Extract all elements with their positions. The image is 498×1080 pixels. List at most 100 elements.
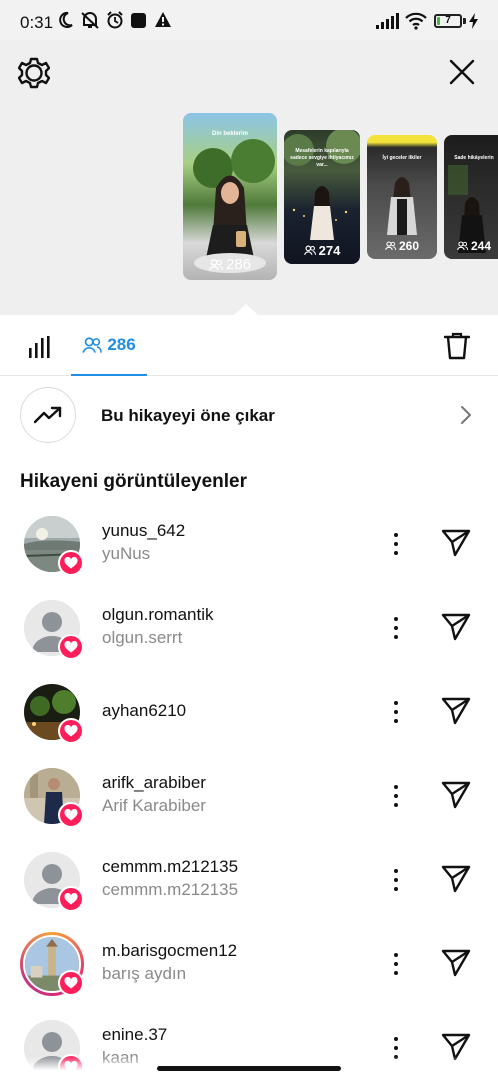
send-message-button[interactable] — [441, 865, 471, 898]
dot — [394, 962, 398, 966]
dot — [394, 803, 398, 807]
viewers-icon — [303, 245, 316, 256]
viewer-row[interactable]: yunus_642 yuNus — [0, 516, 498, 600]
dot — [394, 953, 398, 957]
story-photo-1 — [193, 139, 275, 273]
status-bar: 0:31 7 — [0, 0, 498, 40]
story-caption-2: Mesafelerin kapılarıyla sadece sevgiye i… — [290, 148, 354, 168]
heart-icon — [64, 809, 78, 821]
dot — [394, 701, 398, 705]
story-thumbnail-2[interactable]: Mesafelerin kapılarıyla sadece sevgiye i… — [284, 130, 360, 264]
story-thumbnail-1[interactable]: Din beklerim 286 — [183, 113, 277, 280]
avatar-wrap — [24, 600, 84, 660]
story-viewers-count-1: 286 — [225, 256, 252, 273]
avatar-wrap — [24, 516, 84, 576]
more-options-button[interactable] — [386, 614, 406, 642]
send-message-button[interactable] — [441, 529, 471, 562]
story-caption-4: Sade hikâyelerin — [454, 155, 494, 161]
tab-viewers-count: 286 — [107, 335, 136, 354]
dot — [394, 971, 398, 975]
insights-tabs: 286 — [0, 316, 498, 376]
story-caption-1: Din beklerim — [211, 131, 248, 137]
more-options-button[interactable] — [386, 782, 406, 810]
viewer-row[interactable]: arifk_arabiber Arif Karabiber — [0, 768, 498, 852]
send-icon — [441, 613, 471, 641]
viewer-row[interactable]: ayhan6210 — [0, 684, 498, 768]
dot — [394, 626, 398, 630]
liked-heart-badge — [58, 886, 84, 912]
promote-story-row[interactable]: Bu hikayeyi öne çıkar — [0, 377, 498, 453]
delete-story-button[interactable] — [443, 332, 471, 365]
viewer-username[interactable]: m.barisgocmen12 — [102, 941, 237, 961]
story-preview-header: Din beklerim 286 Mesafelerin kapılarıyla… — [0, 40, 498, 315]
promote-icon-circle — [20, 387, 76, 443]
battery-tip — [463, 18, 466, 24]
dot — [394, 635, 398, 639]
app-notification-icon — [131, 13, 146, 28]
liked-heart-badge — [58, 550, 84, 576]
alarm-icon — [107, 11, 123, 29]
tab-viewers[interactable]: 286 — [71, 316, 147, 376]
story-viewers-count-3: 260 — [398, 239, 420, 253]
viewer-username[interactable]: yunus_642 — [102, 521, 185, 541]
bar-chart-icon — [29, 336, 50, 358]
avatar-wrap — [24, 852, 84, 912]
viewer-username[interactable]: ayhan6210 — [102, 701, 186, 721]
avatar-wrap — [20, 932, 84, 996]
promote-label: Bu hikayeyi öne çıkar — [101, 406, 275, 425]
send-message-button[interactable] — [441, 781, 471, 814]
liked-heart-badge — [58, 634, 84, 660]
story-thumbnail-3[interactable]: İyi geceler ilkiler 260 — [367, 135, 437, 259]
liked-heart-badge — [58, 802, 84, 828]
send-icon — [441, 781, 471, 809]
selected-story-pointer — [233, 304, 259, 316]
viewer-username[interactable]: arifk_arabiber — [102, 773, 206, 793]
story-viewers-count-4: 244 — [470, 239, 492, 253]
status-time: 0:31 — [20, 13, 54, 32]
viewers-icon — [385, 241, 396, 251]
dot — [394, 785, 398, 789]
more-options-button[interactable] — [386, 530, 406, 558]
heart-icon — [64, 725, 78, 737]
story-thumbnail-4[interactable]: Sade hikâyelerin 244 — [444, 135, 498, 259]
story-viewers-3: 260 — [367, 239, 437, 253]
tab-insights[interactable] — [28, 336, 52, 363]
dot — [394, 551, 398, 555]
moon-icon — [59, 11, 73, 28]
send-icon — [441, 697, 471, 725]
chevron-right-icon — [461, 406, 471, 424]
viewer-username[interactable]: olgun.romantik — [102, 605, 214, 625]
send-message-button[interactable] — [441, 949, 471, 982]
viewer-full-name: Arif Karabiber — [102, 796, 206, 815]
heart-icon — [64, 977, 78, 989]
dot — [394, 710, 398, 714]
charging-icon — [469, 13, 478, 29]
story-viewers-1: 286 — [183, 256, 277, 273]
wifi-icon — [405, 12, 427, 30]
send-icon — [441, 865, 471, 893]
heart-icon — [64, 641, 78, 653]
dot — [394, 542, 398, 546]
more-options-button[interactable] — [386, 950, 406, 978]
gesture-nav-handle[interactable] — [157, 1066, 341, 1071]
viewer-row[interactable]: cemmm.m212135 cemmm.m212135 — [0, 852, 498, 936]
viewer-row[interactable]: olgun.romantik olgun.serrt — [0, 600, 498, 684]
more-options-button[interactable] — [386, 866, 406, 894]
send-message-button[interactable] — [441, 613, 471, 646]
dot — [394, 887, 398, 891]
viewer-full-name: olgun.serrt — [102, 628, 183, 647]
viewer-username[interactable]: enine.37 — [102, 1025, 167, 1045]
more-options-button[interactable] — [386, 698, 406, 726]
viewer-username[interactable]: cemmm.m212135 — [102, 857, 238, 877]
send-message-button[interactable] — [441, 697, 471, 730]
dot — [394, 533, 398, 537]
send-icon — [441, 529, 471, 557]
liked-heart-badge — [58, 970, 84, 996]
story-thumbnails: Din beklerim 286 Mesafelerin kapılarıyla… — [0, 40, 498, 315]
story-viewers-4: 244 — [444, 239, 498, 253]
battery-level: 7 — [445, 15, 451, 26]
dot — [394, 1037, 398, 1041]
dot — [394, 1046, 398, 1050]
viewer-row[interactable]: m.barisgocmen12 barış aydın — [0, 932, 498, 1020]
viewers-section-title: Hikayeni görüntüleyenler — [20, 471, 248, 492]
